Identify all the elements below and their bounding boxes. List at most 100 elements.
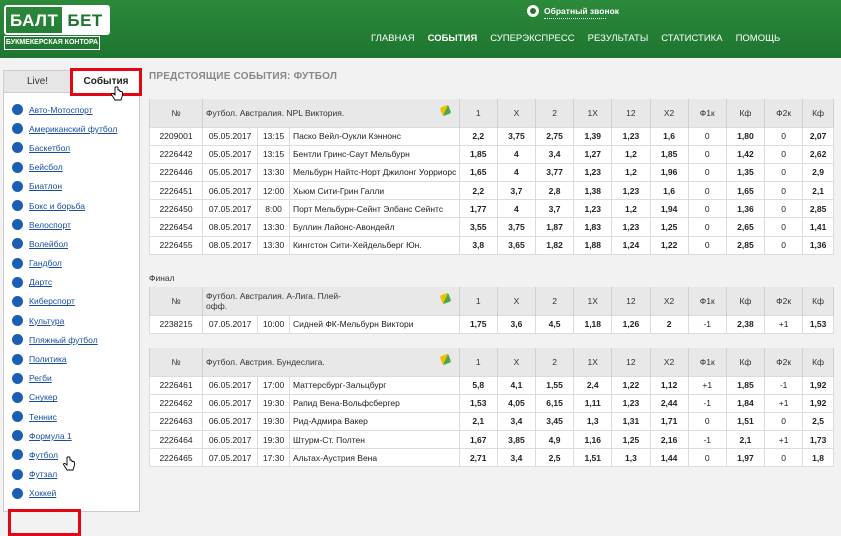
handicap-1[interactable]: 0 bbox=[687, 199, 727, 219]
odd-1x[interactable]: 1,88 bbox=[573, 235, 613, 255]
odd-x[interactable]: 3,7 bbox=[496, 181, 536, 201]
odd-handicap-2[interactable]: 2,9 bbox=[802, 162, 834, 183]
handicap-2[interactable]: +1 bbox=[764, 393, 804, 413]
handicap-1[interactable]: 0 bbox=[687, 144, 727, 164]
odd-12[interactable]: 1,23 bbox=[611, 217, 651, 237]
nav-item[interactable]: ПОМОЩЬ bbox=[736, 33, 781, 44]
sport-item[interactable]: Волейбол bbox=[12, 234, 138, 253]
handicap-2[interactable]: 0 bbox=[764, 217, 804, 237]
odd-x[interactable]: 3,6 bbox=[496, 314, 536, 334]
sport-item[interactable]: Политика bbox=[12, 349, 138, 368]
odd-x2[interactable]: 1,22 bbox=[649, 235, 689, 255]
nav-item[interactable]: СТАТИСТИКА bbox=[661, 33, 722, 44]
odd-handicap-1[interactable]: 1,42 bbox=[725, 144, 766, 164]
handicap-2[interactable]: -1 bbox=[764, 375, 804, 395]
odd-2[interactable]: 3,77 bbox=[534, 162, 575, 183]
handicap-1[interactable]: 0 bbox=[687, 448, 727, 468]
odd-x[interactable]: 4 bbox=[496, 162, 536, 183]
odd-x[interactable]: 3,4 bbox=[496, 448, 536, 468]
league-header[interactable]: Футбол. Австралия. А-Лига. Плей-офф. bbox=[202, 287, 460, 315]
odd-x[interactable]: 3,65 bbox=[496, 235, 536, 255]
odd-handicap-2[interactable]: 1,36 bbox=[802, 235, 834, 255]
odd-1x[interactable]: 1,27 bbox=[573, 144, 613, 164]
odd-x2[interactable]: 2,44 bbox=[649, 393, 689, 413]
odd-handicap-2[interactable]: 2,07 bbox=[802, 126, 834, 146]
odd-12[interactable]: 1,23 bbox=[611, 181, 651, 201]
handicap-1[interactable]: -1 bbox=[687, 393, 727, 413]
odd-handicap-1[interactable]: 1,35 bbox=[725, 162, 766, 183]
nav-item[interactable]: СОБЫТИЯ bbox=[428, 33, 478, 44]
odd-1x[interactable]: 1,38 bbox=[573, 181, 613, 201]
sport-item[interactable]: Биатлон bbox=[12, 177, 138, 196]
odd-handicap-1[interactable]: 1,36 bbox=[725, 199, 766, 219]
odd-12[interactable]: 1,2 bbox=[611, 199, 651, 219]
odd-2[interactable]: 1,87 bbox=[534, 217, 575, 237]
odd-handicap-1[interactable]: 2,85 bbox=[725, 235, 766, 255]
league-stats-icon[interactable] bbox=[439, 353, 451, 366]
odd-x[interactable]: 3,85 bbox=[496, 430, 536, 450]
odd-2[interactable]: 3,7 bbox=[534, 199, 575, 219]
odd-12[interactable]: 1,2 bbox=[611, 162, 651, 183]
odd-x[interactable]: 3,4 bbox=[496, 411, 536, 432]
odd-x2[interactable]: 1,6 bbox=[649, 126, 689, 146]
odd-1x[interactable]: 1,18 bbox=[573, 314, 613, 334]
handicap-2[interactable]: 0 bbox=[764, 181, 804, 201]
handicap-2[interactable]: 0 bbox=[764, 235, 804, 255]
odd-handicap-2[interactable]: 1,92 bbox=[802, 375, 834, 395]
handicap-2[interactable]: 0 bbox=[764, 144, 804, 164]
handicap-1[interactable]: 0 bbox=[687, 181, 727, 201]
odd-handicap-2[interactable]: 2,85 bbox=[802, 199, 834, 219]
sport-item[interactable]: Хоккей bbox=[12, 484, 138, 503]
odd-1x[interactable]: 1,23 bbox=[573, 199, 613, 219]
odd-2[interactable]: 2,5 bbox=[534, 448, 575, 468]
odd-12[interactable]: 1,24 bbox=[611, 235, 651, 255]
odd-12[interactable]: 1,25 bbox=[611, 430, 651, 450]
handicap-1[interactable]: -1 bbox=[687, 430, 727, 450]
odd-2[interactable]: 1,82 bbox=[534, 235, 575, 255]
sport-item[interactable]: Американский футбол bbox=[12, 119, 138, 138]
odd-x2[interactable]: 1,85 bbox=[649, 144, 689, 164]
odd-1x[interactable]: 1,3 bbox=[573, 411, 613, 432]
odd-12[interactable]: 1,26 bbox=[611, 314, 651, 334]
odd-x[interactable]: 4 bbox=[496, 144, 536, 164]
odd-handicap-2[interactable]: 1,41 bbox=[802, 217, 834, 237]
sport-item[interactable]: Регби bbox=[12, 369, 138, 388]
odd-2[interactable]: 6,15 bbox=[534, 393, 575, 413]
odd-handicap-1[interactable]: 1,80 bbox=[725, 126, 766, 146]
odd-x2[interactable]: 1,12 bbox=[649, 375, 689, 395]
odd-2[interactable]: 1,55 bbox=[534, 375, 575, 395]
handicap-1[interactable]: 0 bbox=[687, 217, 727, 237]
odd-1[interactable]: 2,2 bbox=[458, 126, 498, 146]
odd-1[interactable]: 1,75 bbox=[458, 314, 498, 334]
odd-handicap-1[interactable]: 2,1 bbox=[725, 430, 766, 450]
odd-1[interactable]: 2,71 bbox=[458, 448, 498, 468]
odd-1[interactable]: 2,2 bbox=[458, 181, 498, 201]
handicap-1[interactable]: -1 bbox=[687, 314, 727, 334]
odd-1[interactable]: 3,55 bbox=[458, 217, 498, 237]
handicap-2[interactable]: 0 bbox=[764, 126, 804, 146]
odd-12[interactable]: 1,31 bbox=[611, 411, 651, 432]
sport-item[interactable]: Баскетбол bbox=[12, 138, 138, 157]
tab-events[interactable]: События bbox=[70, 68, 142, 96]
odd-x2[interactable]: 1,94 bbox=[649, 199, 689, 219]
nav-item[interactable]: ГЛАВНАЯ bbox=[371, 33, 415, 44]
callback-link[interactable]: Обратный звонок bbox=[527, 4, 619, 18]
odd-2[interactable]: 3,4 bbox=[534, 144, 575, 164]
odd-x[interactable]: 4,05 bbox=[496, 393, 536, 413]
odd-2[interactable]: 4,9 bbox=[534, 430, 575, 450]
odd-2[interactable]: 2,8 bbox=[534, 181, 575, 201]
odd-1[interactable]: 1,67 bbox=[458, 430, 498, 450]
odd-handicap-2[interactable]: 1,92 bbox=[802, 393, 834, 413]
handicap-2[interactable]: +1 bbox=[764, 314, 804, 334]
handicap-2[interactable]: 0 bbox=[764, 448, 804, 468]
odd-12[interactable]: 1,23 bbox=[611, 126, 651, 146]
odd-x2[interactable]: 1,6 bbox=[649, 181, 689, 201]
odd-x2[interactable]: 1,44 bbox=[649, 448, 689, 468]
odd-x[interactable]: 3,75 bbox=[496, 126, 536, 146]
sport-item[interactable]: Дартс bbox=[12, 273, 138, 292]
odd-1[interactable]: 1,85 bbox=[458, 144, 498, 164]
odd-1x[interactable]: 1,23 bbox=[573, 162, 613, 183]
handicap-1[interactable]: 0 bbox=[687, 162, 727, 183]
odd-1x[interactable]: 1,16 bbox=[573, 430, 613, 450]
odd-2[interactable]: 4,5 bbox=[534, 314, 575, 334]
